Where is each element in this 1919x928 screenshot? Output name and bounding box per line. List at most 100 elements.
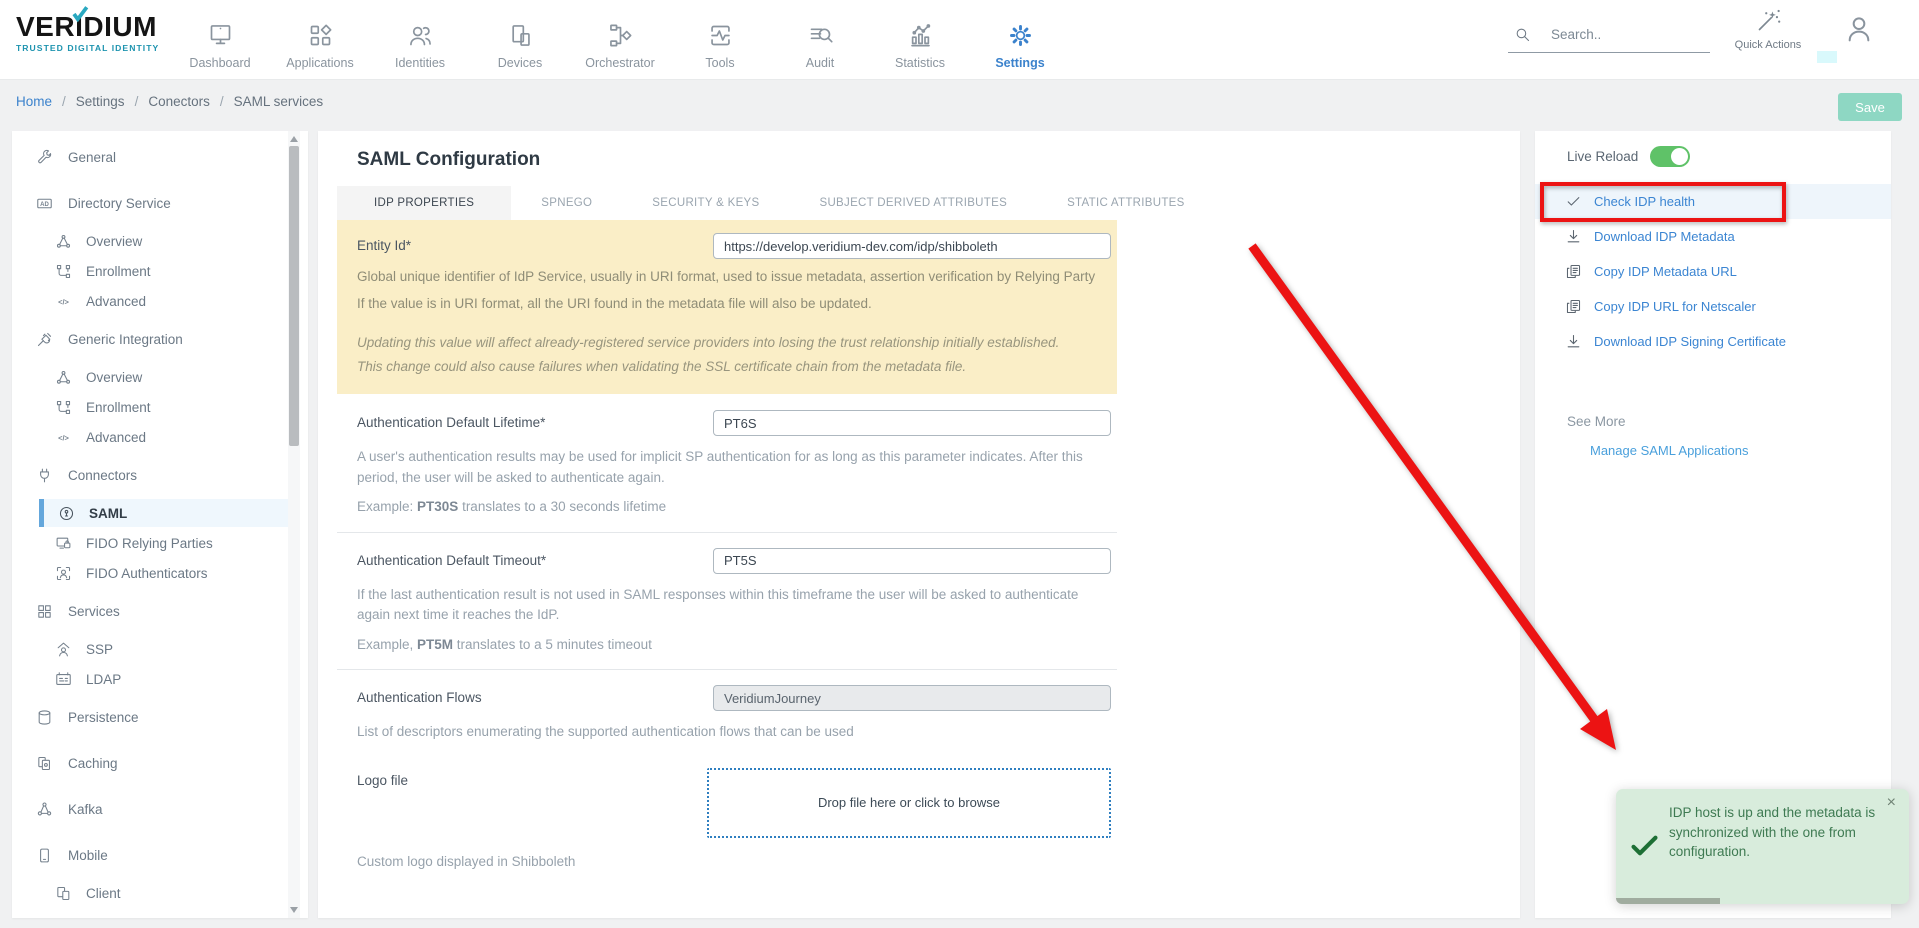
- live-reload-label: Live Reload: [1567, 149, 1638, 164]
- sidebar-item-services[interactable]: Services: [12, 597, 308, 625]
- sidebar-item-client[interactable]: Client: [12, 879, 308, 907]
- route-icon: [55, 399, 72, 416]
- sidebar-item-gi-advanced[interactable]: Advanced: [12, 423, 308, 451]
- breadcrumb-separator: /: [62, 94, 66, 109]
- nav-label: Applications: [286, 56, 353, 70]
- logo-dropzone[interactable]: Drop file here or click to browse: [707, 768, 1111, 838]
- manage-saml-applications-link[interactable]: Manage SAML Applications: [1590, 443, 1749, 458]
- breadcrumb-conectors[interactable]: Conectors: [148, 94, 210, 109]
- nav-label: Devices: [498, 56, 542, 70]
- route-icon: [55, 263, 72, 280]
- breadcrumb-settings[interactable]: Settings: [76, 94, 125, 109]
- sidebar-item-ds-advanced[interactable]: Advanced: [12, 287, 308, 315]
- main-nav: Dashboard Applications Identities Device…: [170, 5, 1070, 73]
- save-button[interactable]: Save: [1838, 93, 1902, 121]
- sidebar-item-label: Server: [86, 916, 126, 919]
- nav-item-devices[interactable]: Devices: [470, 5, 570, 73]
- lifetime-input[interactable]: [713, 410, 1111, 436]
- check-idp-health-button[interactable]: Check IDP health: [1535, 184, 1891, 219]
- toast-message: IDP host is up and the metadata is synch…: [1669, 803, 1879, 862]
- lifetime-example: Example: PT30S translates to a 30 second…: [357, 497, 1115, 518]
- sidebar-item-gi-enrollment[interactable]: Enrollment: [12, 393, 308, 421]
- sidebar-item-kafka[interactable]: Kafka: [12, 795, 308, 823]
- scroll-down-arrow-icon[interactable]: [290, 907, 298, 913]
- sidebar-item-ds-overview[interactable]: Overview: [12, 227, 308, 255]
- lifetime-description: A user's authentication results may be u…: [357, 447, 1115, 488]
- breadcrumb-home[interactable]: Home: [16, 94, 52, 109]
- search-box[interactable]: [1508, 26, 1710, 53]
- screen-lock-icon: [55, 535, 72, 552]
- sidebar-item-fido-authenticators[interactable]: FIDO Authenticators: [12, 559, 308, 587]
- download-idp-signing-certificate-button[interactable]: Download IDP Signing Certificate: [1535, 324, 1891, 359]
- sidebar-item-generic-integration[interactable]: Generic Integration: [12, 325, 308, 353]
- live-reload-toggle[interactable]: [1650, 146, 1690, 167]
- sidebar-item-label: SSP: [86, 642, 113, 657]
- sidebar-item-persistence[interactable]: Persistence: [12, 703, 308, 731]
- sidebar-item-server[interactable]: Server: [12, 909, 308, 918]
- nav-item-dashboard[interactable]: Dashboard: [170, 5, 270, 73]
- flows-label: Authentication Flows: [357, 685, 482, 705]
- statistics-icon: [907, 22, 934, 49]
- nav-item-identities[interactable]: Identities: [370, 5, 470, 73]
- sidebar-item-general[interactable]: General: [12, 143, 308, 171]
- nav-item-audit[interactable]: Audit: [770, 5, 870, 73]
- download-idp-metadata-button[interactable]: Download IDP Metadata: [1535, 219, 1891, 254]
- active-directory-icon: [36, 195, 53, 212]
- veridium-logo[interactable]: VERIDIUM TRUSTED DIGITAL IDENTITY: [16, 11, 176, 53]
- scroll-up-arrow-icon[interactable]: [290, 136, 298, 142]
- divider: [337, 669, 1117, 670]
- tab-static-attributes[interactable]: STATIC ATTRIBUTES: [1037, 186, 1215, 220]
- idp-properties-form: Entity Id* Global unique identifier of I…: [337, 220, 1117, 869]
- idp-action-list: Check IDP health Download IDP Metadata C…: [1535, 184, 1891, 359]
- nav-item-tools[interactable]: Tools: [670, 5, 770, 73]
- connector-icon: [36, 467, 53, 484]
- nav-item-applications[interactable]: Applications: [270, 5, 370, 73]
- flows-field: Authentication Flows List of descriptors…: [337, 685, 1117, 743]
- nav-item-settings[interactable]: Settings: [970, 5, 1070, 73]
- example-suffix: translates to a 5 minutes timeout: [453, 637, 652, 652]
- nav-label: Tools: [705, 56, 734, 70]
- entity-id-input[interactable]: [713, 233, 1111, 259]
- tab-spnego[interactable]: SPNEGO: [511, 186, 622, 220]
- sidebar-item-mobile[interactable]: Mobile: [12, 841, 308, 869]
- search-input[interactable]: [1551, 27, 1696, 42]
- timeout-field: Authentication Default Timeout* If the l…: [337, 548, 1117, 656]
- example-code: PT5M: [417, 637, 453, 652]
- breadcrumb-separator: /: [135, 94, 139, 109]
- action-label: Copy IDP Metadata URL: [1594, 264, 1737, 279]
- quick-actions-button[interactable]: Quick Actions: [1727, 7, 1809, 51]
- see-more-label: See More: [1567, 414, 1626, 429]
- tab-subject-derived-attributes[interactable]: SUBJECT DERIVED ATTRIBUTES: [789, 186, 1037, 220]
- flows-input: [713, 685, 1111, 711]
- nav-item-statistics[interactable]: Statistics: [870, 5, 970, 73]
- sidebar-item-fido-relying-parties[interactable]: FIDO Relying Parties: [12, 529, 308, 557]
- copy-idp-metadata-url-button[interactable]: Copy IDP Metadata URL: [1535, 254, 1891, 289]
- tab-security-keys[interactable]: SECURITY & KEYS: [622, 186, 789, 220]
- sidebar-item-gi-overview[interactable]: Overview: [12, 363, 308, 391]
- sidebar-scrollbar[interactable]: [288, 131, 300, 918]
- sidebar-item-label: Overview: [86, 234, 142, 249]
- action-label: Download IDP Signing Certificate: [1594, 334, 1786, 349]
- sidebar-item-saml[interactable]: SAML: [39, 499, 288, 527]
- nav-item-orchestrator[interactable]: Orchestrator: [570, 5, 670, 73]
- sidebar-item-connectors[interactable]: Connectors: [12, 461, 308, 489]
- profile-button[interactable]: [1843, 10, 1875, 50]
- cache-icon: [36, 755, 53, 772]
- sidebar-item-ds-enrollment[interactable]: Enrollment: [12, 257, 308, 285]
- sidebar-item-label: Directory Service: [68, 196, 171, 211]
- sidebar-item-ssp[interactable]: SSP: [12, 635, 308, 663]
- sidebar-item-caching[interactable]: Caching: [12, 749, 308, 777]
- close-icon[interactable]: ×: [1887, 795, 1896, 811]
- copy-idp-url-netscaler-button[interactable]: Copy IDP URL for Netscaler: [1535, 289, 1891, 324]
- scrollbar-thumb[interactable]: [289, 146, 299, 446]
- timeout-input[interactable]: [713, 548, 1111, 574]
- tab-idp-properties[interactable]: IDP PROPERTIES: [337, 186, 511, 220]
- logo-file-label: Logo file: [357, 768, 408, 788]
- example-code: PT30S: [417, 499, 458, 514]
- nodes-icon: [36, 801, 53, 818]
- sidebar-item-label: Advanced: [86, 294, 146, 309]
- sidebar-item-ldap[interactable]: LDAP: [12, 665, 308, 693]
- example-prefix: Example:: [357, 499, 417, 514]
- sidebar-item-directory-service[interactable]: Directory Service: [12, 189, 308, 217]
- breadcrumb-current: SAML services: [234, 94, 324, 109]
